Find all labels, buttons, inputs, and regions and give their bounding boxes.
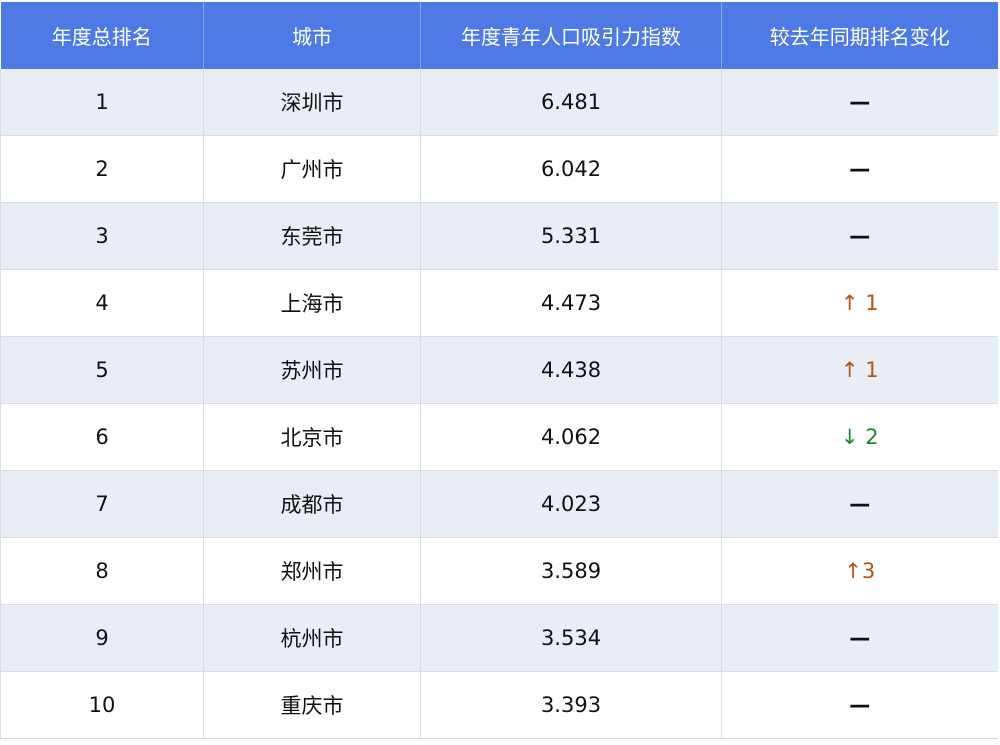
table-row: 5 苏州市 4.438 ↑ 1 xyxy=(0,336,998,404)
rank-cell: 4 xyxy=(0,269,204,337)
table-row: 7 成都市 4.023 — xyxy=(0,470,998,538)
table-body: 1 深圳市 6.481 — 2 广州市 6.042 — 3 东莞市 5.331 … xyxy=(0,69,998,739)
rank-change-cell: ↓ 2 xyxy=(721,403,998,471)
city-cell: 成都市 xyxy=(203,470,421,538)
city-cell: 杭州市 xyxy=(203,604,421,672)
rank-change-cell: — xyxy=(721,470,998,538)
rank-change-cell: — xyxy=(721,671,998,739)
rank-cell: 8 xyxy=(0,537,204,605)
rank-cell: 6 xyxy=(0,403,204,471)
rank-cell: 2 xyxy=(0,135,204,203)
rank-cell: 1 xyxy=(0,69,204,136)
header-annual-rank: 年度总排名 xyxy=(0,2,204,69)
index-cell: 3.534 xyxy=(420,604,722,672)
rank-cell: 9 xyxy=(0,604,204,672)
table-row: 10 重庆市 3.393 — xyxy=(0,671,998,739)
rank-cell: 10 xyxy=(0,671,204,739)
city-cell: 北京市 xyxy=(203,403,421,471)
city-cell: 广州市 xyxy=(203,135,421,203)
header-rank-change: 较去年同期排名变化 xyxy=(721,2,998,69)
rank-change-cell: — xyxy=(721,202,998,270)
city-cell: 深圳市 xyxy=(203,69,421,136)
index-cell: 6.042 xyxy=(420,135,722,203)
table-row: 1 深圳市 6.481 — xyxy=(0,69,998,136)
rank-cell: 7 xyxy=(0,470,204,538)
table-row: 8 郑州市 3.589 ↑3 xyxy=(0,537,998,605)
header-city: 城市 xyxy=(203,2,421,69)
table-row: 9 杭州市 3.534 — xyxy=(0,604,998,672)
city-cell: 郑州市 xyxy=(203,537,421,605)
rank-cell: 3 xyxy=(0,202,204,270)
table-row: 3 东莞市 5.331 — xyxy=(0,202,998,270)
rank-change-cell: — xyxy=(721,69,998,136)
ranking-table: 年度总排名 城市 年度青年人口吸引力指数 较去年同期排名变化 1 深圳市 6.4… xyxy=(0,2,998,739)
rank-change-cell: ↑3 xyxy=(721,537,998,605)
rank-change-cell: ↑ 1 xyxy=(721,269,998,337)
table-row: 4 上海市 4.473 ↑ 1 xyxy=(0,269,998,337)
rank-change-cell: — xyxy=(721,604,998,672)
table-row: 6 北京市 4.062 ↓ 2 xyxy=(0,403,998,471)
ranking-table-container: 年度总排名 城市 年度青年人口吸引力指数 较去年同期排名变化 1 深圳市 6.4… xyxy=(0,0,1000,745)
index-cell: 6.481 xyxy=(420,69,722,136)
table-header-row: 年度总排名 城市 年度青年人口吸引力指数 较去年同期排名变化 xyxy=(0,2,998,69)
rank-change-cell: — xyxy=(721,135,998,203)
city-cell: 东莞市 xyxy=(203,202,421,270)
city-cell: 上海市 xyxy=(203,269,421,337)
table-row: 2 广州市 6.042 — xyxy=(0,135,998,203)
index-cell: 4.473 xyxy=(420,269,722,337)
header-youth-attraction-index: 年度青年人口吸引力指数 xyxy=(420,2,722,69)
index-cell: 3.393 xyxy=(420,671,722,739)
index-cell: 3.589 xyxy=(420,537,722,605)
city-cell: 苏州市 xyxy=(203,336,421,404)
index-cell: 5.331 xyxy=(420,202,722,270)
index-cell: 4.023 xyxy=(420,470,722,538)
city-cell: 重庆市 xyxy=(203,671,421,739)
rank-cell: 5 xyxy=(0,336,204,404)
index-cell: 4.438 xyxy=(420,336,722,404)
rank-change-cell: ↑ 1 xyxy=(721,336,998,404)
index-cell: 4.062 xyxy=(420,403,722,471)
